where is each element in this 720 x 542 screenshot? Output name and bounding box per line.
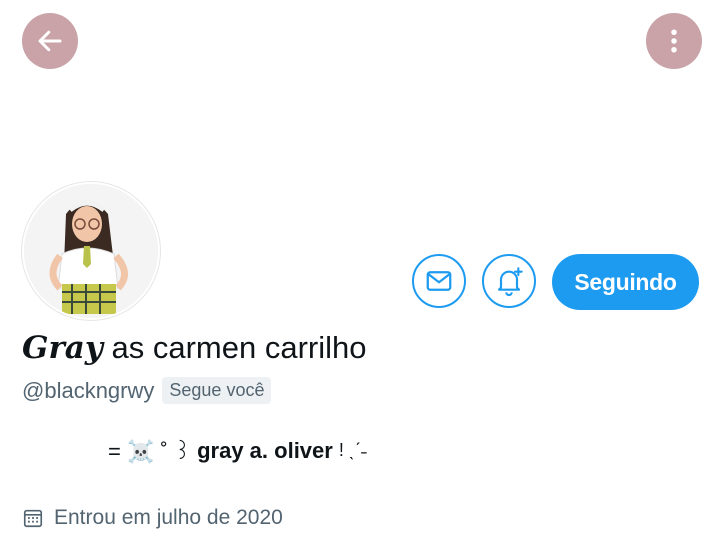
- bell-plus-icon: [497, 267, 523, 296]
- message-button[interactable]: [412, 254, 466, 308]
- avatar[interactable]: [22, 182, 160, 320]
- back-button[interactable]: [22, 13, 78, 69]
- bio-prefix: = ☠️ ˚ ꒱: [108, 439, 192, 464]
- profile-bio: = ☠️ ˚ ꒱ gray a. oliver ! ˎˊ˗: [108, 436, 367, 465]
- display-name: Gray as carmen carrilho: [22, 328, 367, 368]
- handle-row: @blackngrwy Segue você: [22, 377, 272, 404]
- joined-date: Entrou em julho de 2020: [22, 506, 283, 530]
- mail-icon: [426, 271, 452, 291]
- more-vertical-icon: [671, 29, 677, 53]
- notifications-button[interactable]: [482, 254, 536, 308]
- joined-label: Entrou em julho de 2020: [54, 506, 283, 529]
- follows-you-badge: Segue você: [162, 377, 272, 404]
- display-name-rest: as carmen carrilho: [102, 330, 367, 365]
- arrow-left-icon: [38, 30, 62, 52]
- bio-name: gray a. oliver: [197, 437, 333, 463]
- following-button[interactable]: Seguindo: [552, 254, 699, 310]
- user-handle: @blackngrwy: [22, 377, 155, 403]
- bio-suffix: ! ˎˊ˗: [338, 440, 367, 460]
- display-name-styled: Gray: [22, 330, 103, 366]
- calendar-icon: [23, 509, 43, 528]
- more-options-button[interactable]: [646, 13, 702, 69]
